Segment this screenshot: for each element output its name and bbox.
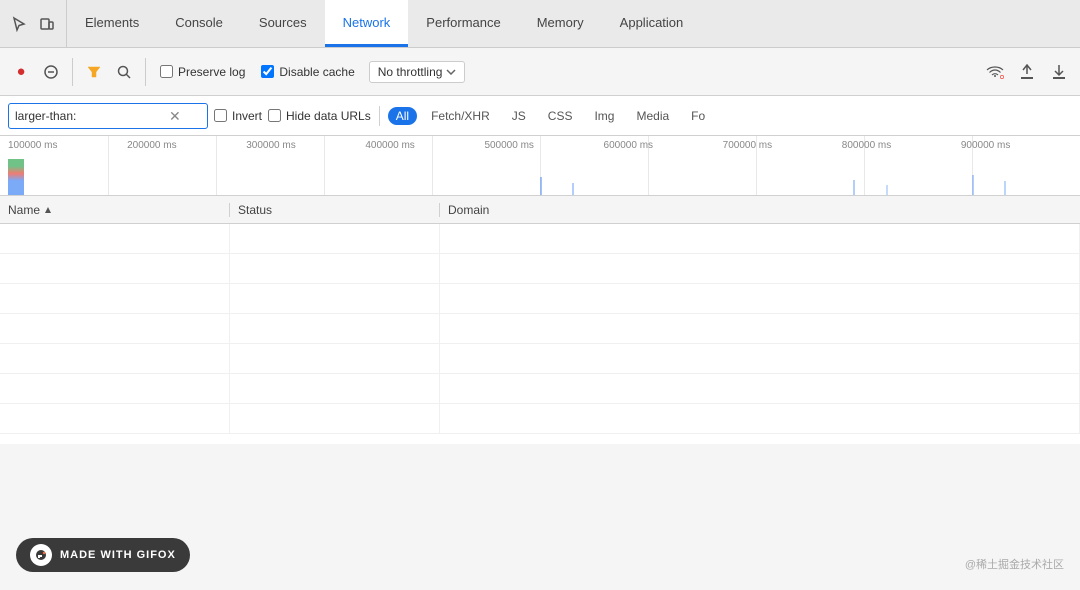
disable-cache-checkbox[interactable] (261, 65, 274, 78)
stop-button[interactable] (38, 59, 64, 85)
filter-type-media[interactable]: Media (628, 107, 677, 125)
watermark: @稀土掘金技术社区 (965, 556, 1064, 572)
filter-type-css[interactable]: CSS (540, 107, 581, 125)
table-row (0, 374, 1080, 404)
disable-cache-checkbox-group[interactable]: Disable cache (255, 65, 360, 79)
timeline-label-3: 300000 ms (246, 140, 365, 151)
devtools-icons (0, 0, 67, 47)
tab-sources[interactable]: Sources (241, 0, 325, 47)
table-header: Name Status Domain (0, 196, 1080, 224)
network-spike-2 (572, 183, 574, 195)
network-toolbar: ● Preserve log Disable cache No throttli… (0, 48, 1080, 96)
timeline-label-8: 800000 ms (842, 140, 961, 151)
waterfall-line-6 (648, 136, 649, 195)
toolbar-sep-2 (145, 58, 146, 86)
network-spike-3 (853, 180, 855, 195)
gifox-badge: MADE WITH GIFOX (16, 538, 190, 572)
filter-type-fo[interactable]: Fo (683, 107, 713, 125)
timeline-label-4: 400000 ms (365, 140, 484, 151)
hide-data-urls-checkbox[interactable] (268, 109, 281, 122)
tab-network[interactable]: Network (325, 0, 409, 47)
column-header-domain[interactable]: Domain (440, 203, 1080, 217)
export-icon-button[interactable] (1046, 59, 1072, 85)
throttle-select[interactable]: No throttling (369, 61, 466, 83)
record-button[interactable]: ● (8, 59, 34, 85)
timeline-label-2: 200000 ms (127, 140, 246, 151)
network-spike-6 (1004, 181, 1006, 195)
device-icon[interactable] (36, 13, 58, 35)
timeline-label-9: 900000 ms (961, 140, 1080, 151)
toolbar-right (982, 59, 1072, 85)
table-row (0, 344, 1080, 374)
cursor-icon[interactable] (8, 13, 30, 35)
import-icon-button[interactable] (1014, 59, 1040, 85)
filter-bar: ✕ Invert Hide data URLs All Fetch/XHR JS… (0, 96, 1080, 136)
gifox-logo (30, 544, 52, 566)
table-row (0, 284, 1080, 314)
timeline-label-5: 500000 ms (484, 140, 603, 151)
timeline-label-6: 600000 ms (604, 140, 723, 151)
filter-icon-button[interactable] (81, 59, 107, 85)
network-spike-5 (972, 175, 974, 195)
network-activity-bar (8, 159, 24, 195)
network-spike-4 (886, 185, 888, 195)
waterfall-line-1 (108, 136, 109, 195)
filter-type-all[interactable]: All (388, 107, 417, 125)
column-header-name[interactable]: Name (0, 203, 230, 217)
timeline-label-7: 700000 ms (723, 140, 842, 151)
waterfall-line-4 (432, 136, 433, 195)
filter-type-img[interactable]: Img (586, 107, 622, 125)
table-row (0, 224, 1080, 254)
table-row (0, 404, 1080, 434)
tab-bar: Elements Console Sources Network Perform… (0, 0, 1080, 48)
table-row (0, 254, 1080, 284)
timeline-bar: 100000 ms 200000 ms 300000 ms 400000 ms … (0, 136, 1080, 196)
toolbar-sep-1 (72, 58, 73, 86)
filter-type-js[interactable]: JS (504, 107, 534, 125)
filter-sep (379, 106, 380, 126)
waterfall-line-3 (324, 136, 325, 195)
tab-memory[interactable]: Memory (519, 0, 602, 47)
network-spike-1 (540, 177, 542, 195)
waterfall-line-7 (756, 136, 757, 195)
empty-rows (0, 224, 1080, 444)
search-icon-button[interactable] (111, 59, 137, 85)
waterfall-line-8 (864, 136, 865, 195)
invert-checkbox[interactable] (214, 109, 227, 122)
clear-search-button[interactable]: ✕ (169, 109, 181, 123)
invert-checkbox-group[interactable]: Invert (214, 109, 262, 123)
column-header-status[interactable]: Status (230, 203, 440, 217)
timeline-label-1: 100000 ms (8, 140, 127, 151)
wifi-icon-button[interactable] (982, 59, 1008, 85)
waterfall-line-2 (216, 136, 217, 195)
hide-data-urls-checkbox-group[interactable]: Hide data URLs (268, 109, 371, 123)
filter-type-fetch-xhr[interactable]: Fetch/XHR (423, 107, 498, 125)
table-row (0, 314, 1080, 344)
tab-elements[interactable]: Elements (67, 0, 157, 47)
tab-application[interactable]: Application (602, 0, 702, 47)
tab-console[interactable]: Console (157, 0, 241, 47)
preserve-log-checkbox-group[interactable]: Preserve log (154, 65, 251, 79)
tab-performance[interactable]: Performance (408, 0, 518, 47)
preserve-log-checkbox[interactable] (160, 65, 173, 78)
search-input-wrap: ✕ (8, 103, 208, 129)
tab-items: Elements Console Sources Network Perform… (67, 0, 1080, 47)
search-input[interactable] (15, 109, 165, 123)
table-body: MADE WITH GIFOX @稀土掘金技术社区 (0, 224, 1080, 590)
